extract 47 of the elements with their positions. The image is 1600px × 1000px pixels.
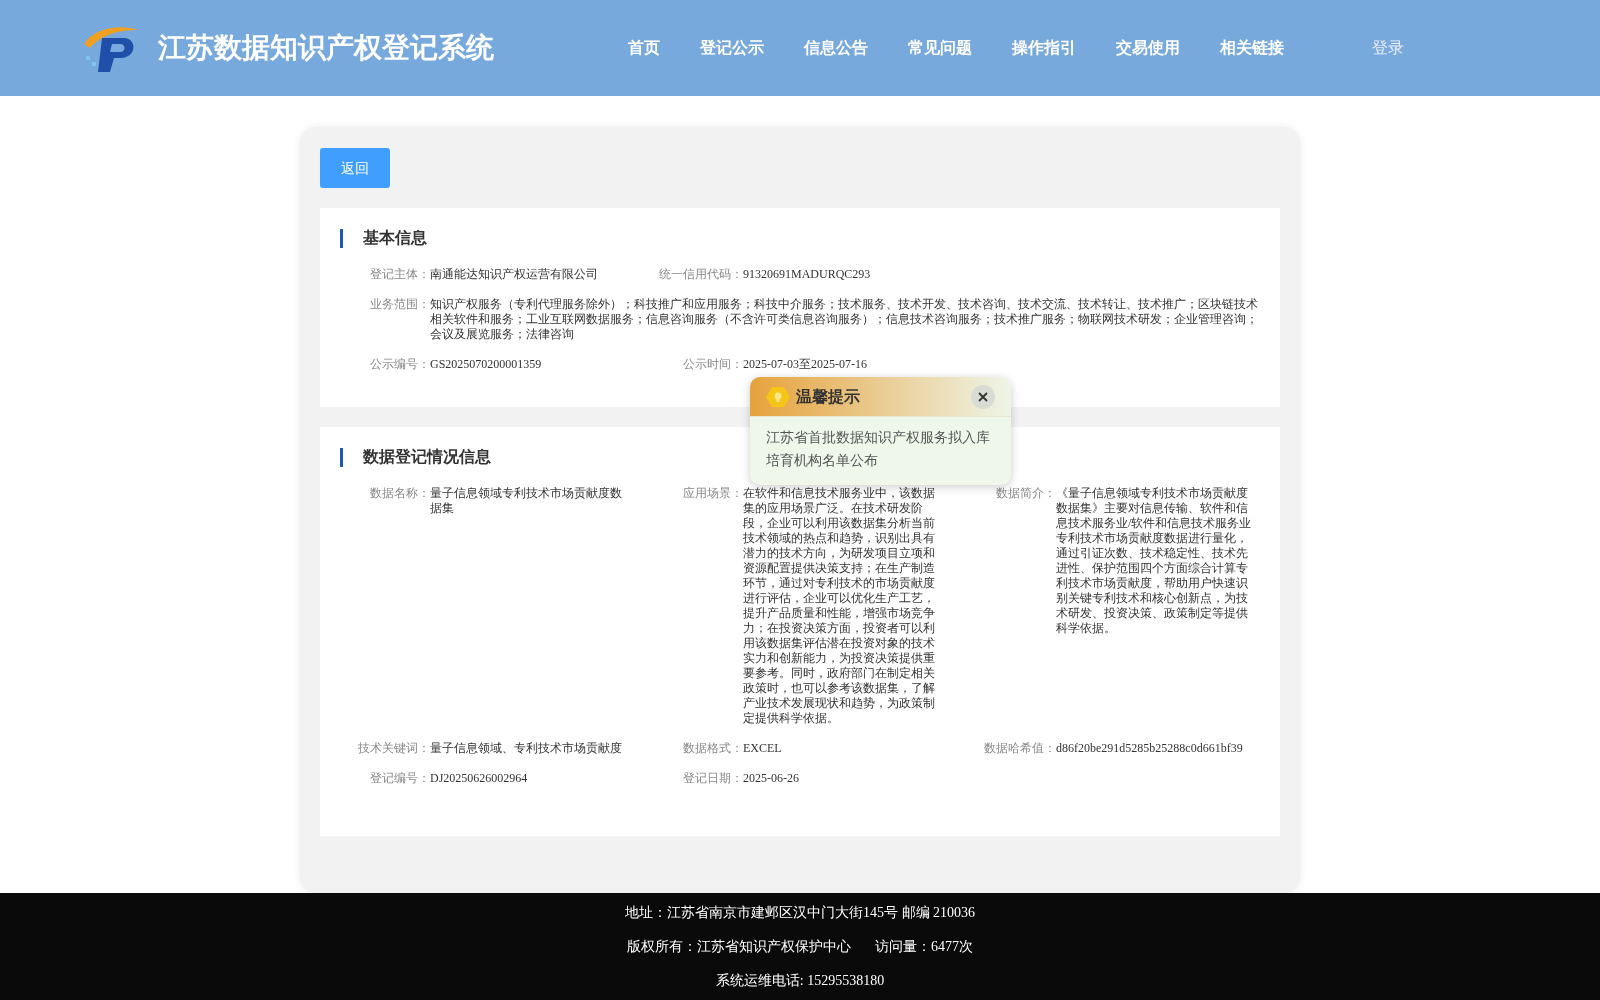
login-link[interactable]: 登录 xyxy=(1372,36,1404,60)
popup-title: 温馨提示 xyxy=(796,386,860,407)
field-value: 2025-07-03至2025-07-16 xyxy=(743,357,868,372)
field-label: 数据格式： xyxy=(682,741,743,756)
footer-copyright: 版权所有：江苏省知识产权保护中心 xyxy=(627,938,851,956)
visit-count: 访问量：6477次 xyxy=(875,938,973,956)
footer-phone: 系统运维电话: 15295538180 xyxy=(715,972,885,990)
nav-link[interactable]: 常见问题 xyxy=(908,36,972,60)
field-label: 登记日期： xyxy=(682,771,743,786)
nav-link[interactable]: 交易使用 xyxy=(1116,36,1180,60)
field-value: DJ20250626002964 xyxy=(430,771,529,786)
back-button[interactable]: 返回 xyxy=(320,148,390,188)
field-label: 登记主体： xyxy=(369,267,430,282)
field-value: EXCEL xyxy=(743,741,783,756)
field-value: 南通能达知识产权运营有限公司 xyxy=(430,267,599,282)
field-value: 91320691MADURQC293 xyxy=(743,267,872,282)
field-value: 在软件和信息技术服务业中，该数据集的应用场景广泛。在技术研发阶段，企业可以利用该数据集分析当前技术领域的热点和趋势，识别出具有潜力的技术方向，为研发项目立项和资源配置提供决策支持；在生产制造环节，通过对专利技术的市场贡献度进行评估，企业可以优化生产工艺，提升产品质量和性能，增强市场竞争力；在投资决策方面，投资者可以利用该数据集评估潜在投资对象的技术实力和创新能力，为投资决策提供重要参考。同时，政府部门在制定相关政策时，也可以参考该数据集，了解产业技术发展现状和趋势，为政策制定提供科学依据。 xyxy=(743,486,936,726)
field-value: d86f20be291d5285b25288c0d661bf39 xyxy=(1056,741,1244,756)
nav-link[interactable]: 登记公示 xyxy=(700,36,764,60)
field-label: 数据名称： xyxy=(369,486,430,502)
field-label: 应用场景： xyxy=(682,486,743,502)
field-label: 技术关键词： xyxy=(357,741,430,756)
field-label: 统一信用代码： xyxy=(658,267,743,282)
field-label: 登记编号： xyxy=(369,771,430,786)
nav-link[interactable]: 信息公告 xyxy=(804,36,868,60)
field-label: 数据简介： xyxy=(995,486,1056,502)
close-icon xyxy=(978,391,988,402)
close-button[interactable] xyxy=(971,384,995,409)
field-value: 《量子信息领域专利技术市场贡献度数据集》主要对信息传输、软件和信息技术服务业/软件和信息技术服务业专利技术市场贡献度数据进行量化，通过引证次数、技术稳定性、技术先进性、保护范围四个方面综合计算专利技术市场贡献度，帮助用户快速识别关键专利技术和核心创新点，为技术研发、投资决策、政策制定等提供科学依据。 xyxy=(1056,486,1252,637)
nav-link[interactable]: 操作指引 xyxy=(1012,36,1076,60)
field-label: 公示时间： xyxy=(682,357,743,372)
field-label: 数据哈希值： xyxy=(983,741,1056,756)
field-value: GS2025070200001359 xyxy=(430,357,543,372)
section-title: 基本信息 xyxy=(363,228,427,248)
field-value: 2025-06-26 xyxy=(743,771,800,786)
site-title: 江苏数据知识产权登记系统 xyxy=(158,31,494,65)
field-label: 公示编号： xyxy=(369,357,430,372)
field-label: 业务范围： xyxy=(369,297,430,313)
nav-link[interactable]: 首页 xyxy=(628,36,660,60)
field-value: 知识产权服务（专利代理服务除外）；科技推广和应用服务；科技中介服务；技术服务、技术开发、技术咨询、技术交流、技术转让、技术推广；区块链技术相关软件和服务；工业互联网数据服务；信息咨询服务（不含许可类信息咨询服务）；信息技术咨询服务；技术推广服务；物联网技术研发；企业管理咨询；会议及展览服务；法律咨询 xyxy=(430,297,1259,342)
popup-message: 江苏省首批数据知识产权服务拟入库培育机构名单公布 xyxy=(765,429,991,470)
section-title: 数据登记情况信息 xyxy=(363,447,491,467)
nav-link[interactable]: 相关链接 xyxy=(1220,36,1284,60)
field-value: 量子信息领域、专利技术市场贡献度 xyxy=(430,741,623,756)
lightbulb-icon xyxy=(766,385,790,408)
footer-address: 地址：江苏省南京市建邺区汉中门大街145号 邮编 210036 xyxy=(625,904,975,922)
field-value: 量子信息领域专利技术市场贡献度数据集 xyxy=(430,486,623,517)
